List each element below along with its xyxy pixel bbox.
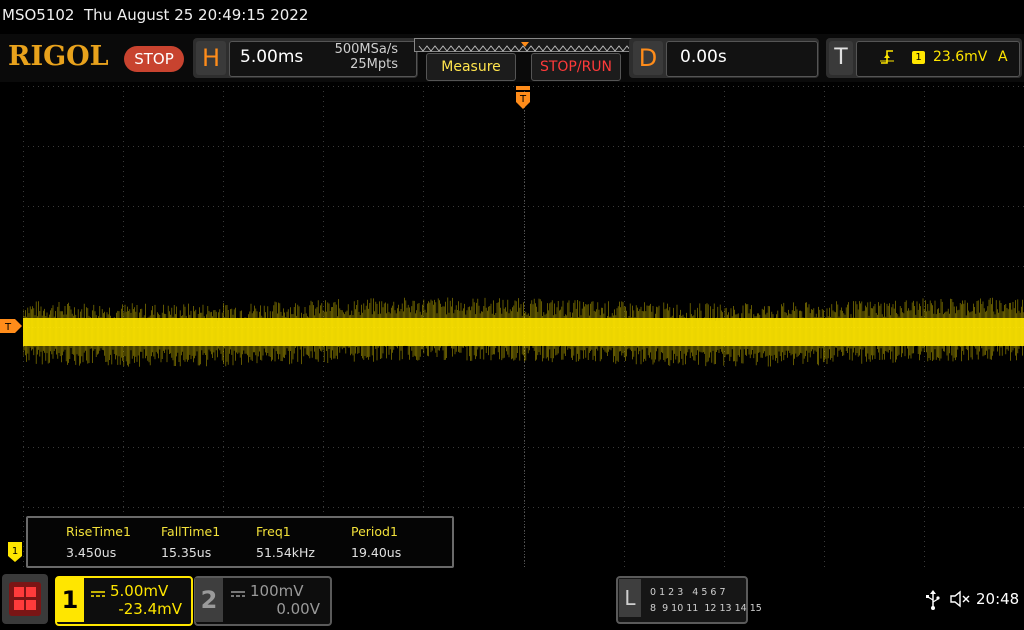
sample-rate: 500MSa/s <box>334 42 398 57</box>
horizontal-label: H <box>196 41 226 75</box>
rigol-logo: RIGOL <box>8 41 109 72</box>
clock: 20:48 <box>976 590 1020 608</box>
model-name: MSO5102 <box>2 6 75 24</box>
channel1-offset-marker[interactable]: 1 <box>8 542 22 562</box>
channel1-trace <box>22 297 1024 367</box>
channel1-scale: 5.00mV <box>110 582 169 600</box>
measurement-name: FallTime1 <box>161 524 221 539</box>
title-text: MSO5102 Thu August 25 20:49:15 2022 <box>2 6 308 24</box>
trigger-level-label: T <box>4 322 12 333</box>
trigger-mode: A <box>998 49 1008 65</box>
trigger-position-label: T <box>519 94 527 105</box>
measurement-name: Period1 <box>351 524 398 539</box>
logic-analyzer-label: L <box>619 579 641 617</box>
measurement-value: 19.40us <box>351 545 402 560</box>
trigger-level: 23.6mV <box>933 49 988 65</box>
run-state-badge[interactable]: STOP <box>124 46 184 72</box>
channel1-number: 1 <box>56 578 84 622</box>
measurement-value: 51.54kHz <box>256 545 315 560</box>
delay-value: 0.00s <box>680 47 727 67</box>
measurement-name: RiseTime1 <box>66 524 131 539</box>
waveform-display[interactable] <box>22 86 1024 568</box>
channel1-marker-label: 1 <box>12 546 18 557</box>
usb-icon <box>926 590 940 610</box>
trigger-position-marker[interactable]: T <box>516 86 530 110</box>
measurement-value: 15.35us <box>161 545 212 560</box>
logic-channels-row2: 8 9 10 11 12 13 14 15 <box>650 603 762 614</box>
speaker-muted-icon[interactable] <box>950 590 972 608</box>
trigger-source-badge: 1 <box>912 51 925 64</box>
trigger-label: T <box>829 41 853 75</box>
trigger-level-marker[interactable]: T <box>0 318 22 333</box>
dc-coupling-icon <box>91 584 105 597</box>
channel2-offset: 0.00V <box>276 600 320 618</box>
memory-depth: 25Mpts <box>350 57 398 72</box>
channel2-scale: 100mV <box>250 582 304 600</box>
logic-channels-row1: 0 1 2 3 4 5 6 7 <box>650 587 726 598</box>
waveform-grid <box>22 86 1024 568</box>
measurement-name: Freq1 <box>256 524 291 539</box>
datetime: Thu August 25 20:49:15 2022 <box>84 6 309 24</box>
grid-menu-icon <box>9 582 41 616</box>
stop-run-button[interactable]: STOP/RUN <box>531 53 621 81</box>
timebase-value: 5.00ms <box>240 47 304 67</box>
dc-coupling-icon <box>231 584 245 597</box>
memory-position-bar <box>414 38 636 52</box>
measurement-value: 3.450us <box>66 545 117 560</box>
rising-edge-icon <box>880 49 894 65</box>
delay-label: D <box>633 41 663 75</box>
main-menu-button[interactable] <box>2 574 48 624</box>
measure-button[interactable]: Measure <box>426 53 516 81</box>
channel2-number: 2 <box>195 578 223 622</box>
channel1-offset: -23.4mV <box>118 600 182 618</box>
